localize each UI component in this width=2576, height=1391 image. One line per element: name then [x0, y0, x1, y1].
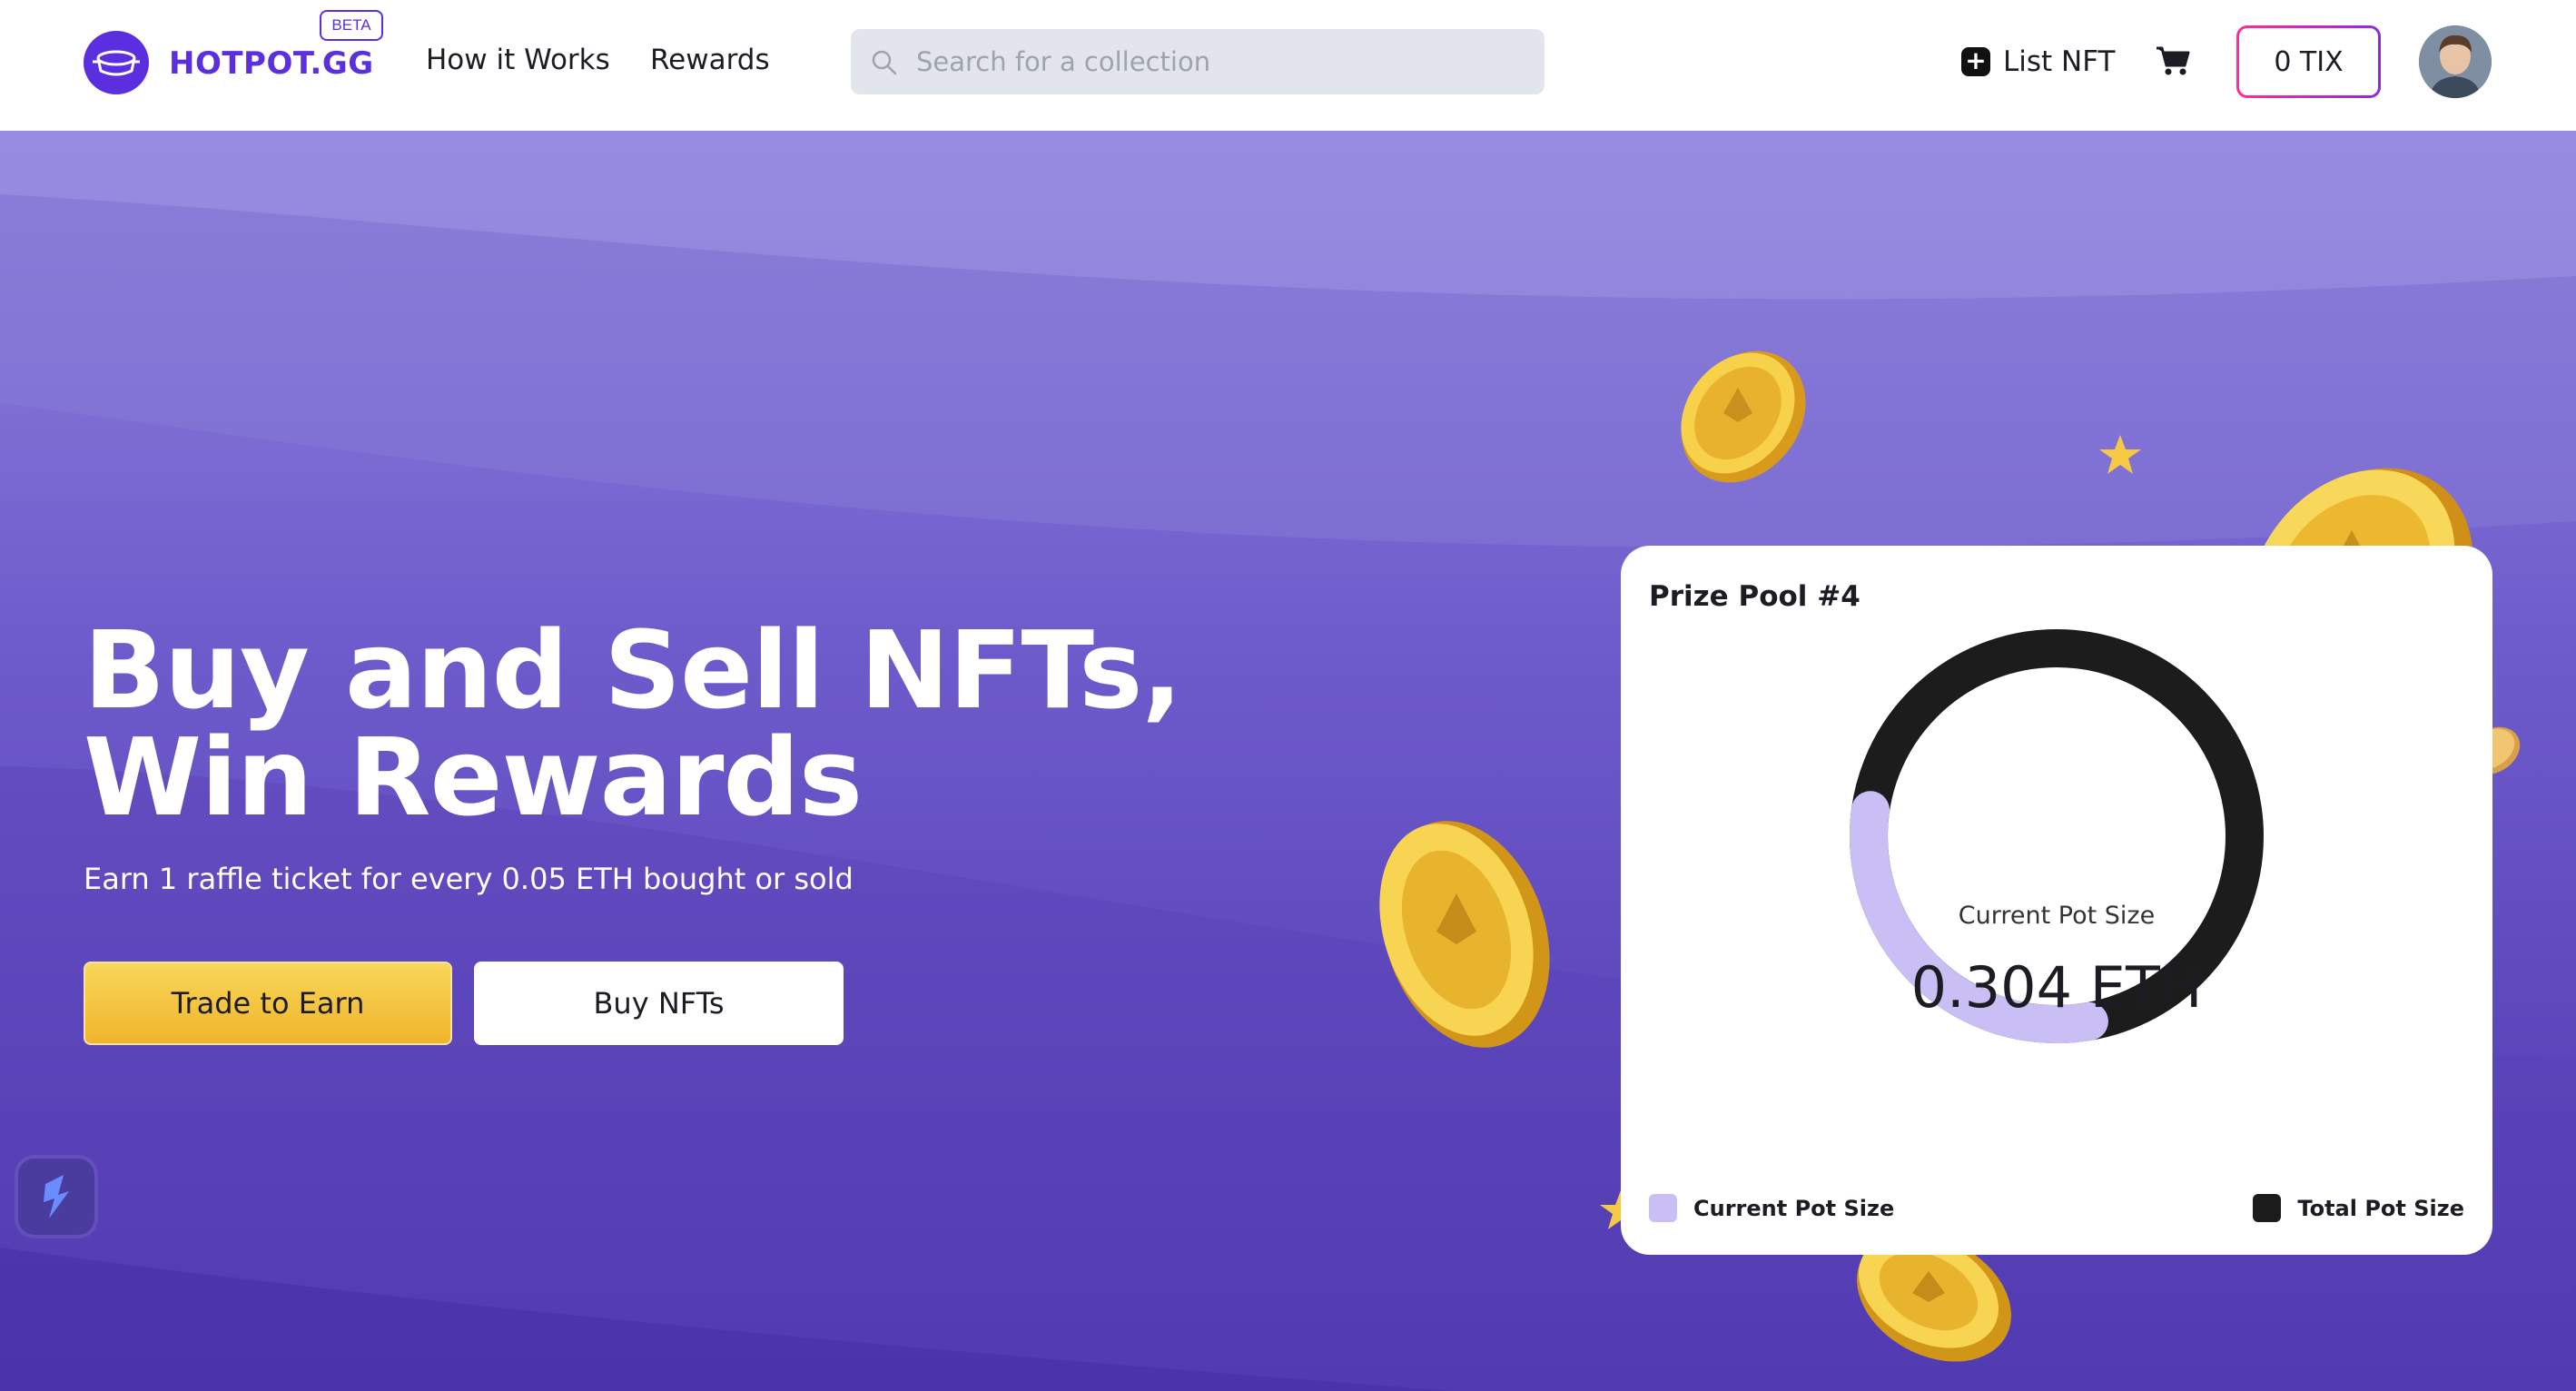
pot-center-label: Current Pot Size — [1958, 902, 2156, 930]
legend-current-pot: Current Pot Size — [1649, 1194, 1894, 1222]
beta-badge: BETA — [320, 10, 383, 41]
prize-pool-card: Prize Pool #4 Current Pot Size 0.304 ETH… — [1621, 546, 2492, 1255]
coin-icon — [1681, 350, 1806, 483]
hero-headline-line2: Win Rewards — [84, 715, 863, 840]
legend-swatch-total — [2253, 1194, 2282, 1222]
legend-label-current: Current Pot Size — [1693, 1195, 1895, 1221]
hero-headline: Buy and Sell NFTs, Win Rewards — [84, 607, 1182, 840]
chat-widget-icon[interactable] — [18, 1159, 94, 1235]
coin-icon — [1379, 821, 1550, 1048]
hotpot-logo-icon[interactable] — [84, 31, 149, 94]
search-icon — [872, 50, 897, 75]
hero-subline: Earn 1 raffle ticket for every 0.05 ETH … — [84, 862, 854, 896]
legend-swatch-current — [1649, 1194, 1677, 1222]
cart-icon[interactable] — [2156, 45, 2190, 76]
pot-center-value: 0.304 ETH — [1910, 954, 2203, 1021]
hero-section: Buy and Sell NFTs, Win Rewards Earn 1 ra… — [0, 131, 2576, 1391]
trade-to-earn-button[interactable]: Trade to Earn — [84, 962, 452, 1045]
search-input[interactable] — [916, 29, 1534, 94]
tix-label: 0 TIX — [2239, 28, 2378, 95]
nav-rewards[interactable]: Rewards — [650, 44, 770, 76]
brand-name[interactable]: HOTPOT.GG — [169, 45, 374, 82]
hero-headline-line1: Buy and Sell NFTs, — [84, 607, 1182, 733]
list-nft-button[interactable]: + List NFT — [1961, 42, 2115, 82]
buy-nfts-button[interactable]: Buy NFTs — [474, 962, 844, 1045]
list-nft-label: List NFT — [2003, 45, 2116, 78]
user-avatar[interactable] — [2419, 25, 2492, 98]
nav-how-it-works[interactable]: How it Works — [426, 44, 610, 76]
plus-icon: + — [1961, 47, 1990, 76]
legend-label-total: Total Pot Size — [2297, 1195, 2464, 1221]
top-navbar: HOTPOT.GG BETA How it Works Rewards + Li… — [0, 0, 2576, 131]
star-icon — [2099, 435, 2141, 474]
legend-total-pot: Total Pot Size — [2253, 1194, 2464, 1222]
prize-pool-title: Prize Pool #4 — [1649, 580, 1860, 613]
search-bar[interactable] — [851, 29, 1545, 94]
tix-balance-button[interactable]: 0 TIX — [2236, 25, 2381, 98]
